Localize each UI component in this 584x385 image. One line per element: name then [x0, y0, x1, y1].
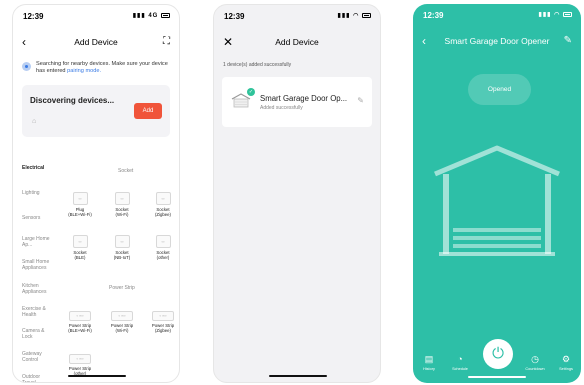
category-electrical[interactable]: Electrical [22, 165, 44, 171]
socket-icon: ▫▫ [72, 235, 88, 248]
tab-settings[interactable]: ⚙ Settings [551, 354, 581, 371]
page-title: Add Device [275, 37, 319, 47]
added-device-card[interactable]: ✓ Smart Garage Door Op... Added successf… [222, 77, 372, 127]
device-tile[interactable]: ▫▫ Socket (Zigbee) [148, 192, 178, 217]
category-exercise[interactable]: Exercise & Health [22, 306, 52, 318]
power-strip-icon: ▫ ▫▫▫ [111, 311, 133, 321]
device-tile[interactable]: ▫▫ Plug (BLE+Wi-Fi) [65, 192, 95, 217]
pairing-mode-link[interactable]: pairing mode. [67, 68, 101, 74]
tab-schedule[interactable]: ◔ Schedule [445, 354, 475, 371]
category-kitchen[interactable]: Kitchen Appliances [22, 283, 52, 295]
device-added-screen: 12:39 ▮▮▮ ◠ ✕ Add Device 1 device(s) add… [213, 4, 381, 383]
battery-icon [362, 12, 371, 18]
battery-icon [563, 11, 572, 17]
status-bar: 12:39 ▮▮▮ ◠ [214, 5, 380, 25]
garage-door-illustration [434, 145, 560, 256]
add-button[interactable]: Add [134, 103, 162, 119]
category-small-home[interactable]: Small Home Appliances [22, 259, 56, 271]
nav-bar: ‹ Add Device ⛶ [13, 35, 179, 51]
category-sensors[interactable]: Sensors [22, 215, 40, 221]
status-time: 12:39 [23, 12, 44, 21]
status-bar: 12:39 ▮▮▮ 4G [13, 5, 179, 25]
socket-icon: ▫▫ [155, 235, 171, 248]
home-indicator[interactable] [468, 375, 526, 378]
status-icons: ▮▮▮ 4G [133, 12, 170, 19]
device-tile[interactable]: ▫▫ Socket (NB-IoT) [107, 235, 137, 260]
home-indicator[interactable] [269, 374, 327, 377]
status-time: 12:39 [423, 11, 444, 20]
socket-icon: ▫▫ [155, 192, 171, 205]
garage-control-screen: 12:39 ▮▮▮ ◠ ‹ Smart Garage Door Opener ✎… [413, 4, 581, 383]
searching-icon [22, 62, 31, 71]
edit-icon[interactable]: ✎ [564, 34, 572, 48]
garage-device-icon: ⌂ [32, 118, 37, 125]
schedule-icon: ◔ [457, 354, 463, 364]
page-title: Smart Garage Door Opener [444, 36, 550, 46]
page-title: Add Device [74, 37, 118, 47]
socket-icon: ▫▫ [72, 192, 88, 205]
add-device-screen: 12:39 ▮▮▮ 4G ‹ Add Device ⛶ Searching fo… [12, 4, 180, 383]
status-bar: 12:39 ▮▮▮ ◠ [413, 4, 581, 24]
settings-icon: ⚙ [561, 354, 571, 364]
history-icon: ▤ [424, 354, 434, 364]
discovering-card: Discovering devices... Add ⌂ [22, 85, 170, 137]
scan-icon[interactable]: ⛶ [163, 35, 170, 49]
device-tile[interactable]: ▫▫ Socket (Wi-Fi) [107, 192, 137, 217]
nav-bar: ✕ Add Device [214, 35, 380, 51]
status-time: 12:39 [224, 12, 245, 21]
home-indicator[interactable] [68, 374, 126, 377]
category-outdoor[interactable]: Outdoor Travel [22, 374, 50, 382]
success-note: 1 device(s) added successfully [223, 62, 292, 68]
section-socket: Socket [118, 168, 134, 174]
socket-icon: ▫▫ [114, 192, 130, 205]
search-notice: Searching for nearby devices. Make sure … [22, 61, 170, 75]
category-camera-lock[interactable]: Camera & Lock [22, 328, 50, 340]
device-status: Added successfully [260, 105, 303, 111]
category-large-home[interactable]: Large Home Ap... [22, 236, 54, 248]
countdown-icon: ◷ [531, 354, 539, 364]
device-tile[interactable]: ▫▫ Socket (other) [148, 235, 178, 260]
device-tile[interactable]: ▫ ▫▫▫ Power Strip (other) [65, 354, 95, 376]
tab-history[interactable]: ▤ History [414, 354, 444, 371]
device-tile[interactable]: ▫ ▫▫▫ Power Strip (BLE+Wi-Fi) [65, 311, 95, 333]
device-tile[interactable]: ▫ ▫▫▫ Power Strip (Wi-Fi) [107, 311, 137, 333]
device-tile[interactable]: ▫ ▫▫▫ Power Strip (Zigbee) [148, 311, 178, 333]
edit-icon[interactable]: ✎ [357, 96, 364, 105]
battery-icon [161, 12, 170, 18]
tab-countdown[interactable]: ◷ Countdown [520, 354, 550, 371]
network-label: 4G [148, 13, 159, 19]
discovering-label: Discovering devices... [30, 96, 115, 105]
section-power-strip: Power Strip [109, 285, 135, 291]
status-icons: ▮▮▮ ◠ [539, 11, 572, 18]
check-icon: ✓ [247, 88, 255, 96]
nav-bar: ‹ Smart Garage Door Opener ✎ [413, 34, 581, 50]
search-text: Searching for nearby devices. Make sure … [36, 61, 168, 74]
socket-icon: ▫▫ [114, 235, 130, 248]
power-button[interactable]: ⏻ [483, 339, 513, 369]
category-lighting[interactable]: Lighting [22, 190, 40, 196]
status-icons: ▮▮▮ ◠ [338, 12, 371, 19]
device-tile[interactable]: ▫▫ Socket (BLE) [65, 235, 95, 260]
category-gateway[interactable]: Gateway Control [22, 351, 52, 363]
power-strip-icon: ▫ ▫▫▫ [69, 311, 91, 321]
door-state-badge: Opened [468, 74, 531, 105]
device-name: Smart Garage Door Op... [260, 94, 348, 103]
power-strip-icon: ▫ ▫▫▫ [69, 354, 91, 364]
power-strip-icon: ▫ ▫▫▫ [152, 311, 174, 321]
